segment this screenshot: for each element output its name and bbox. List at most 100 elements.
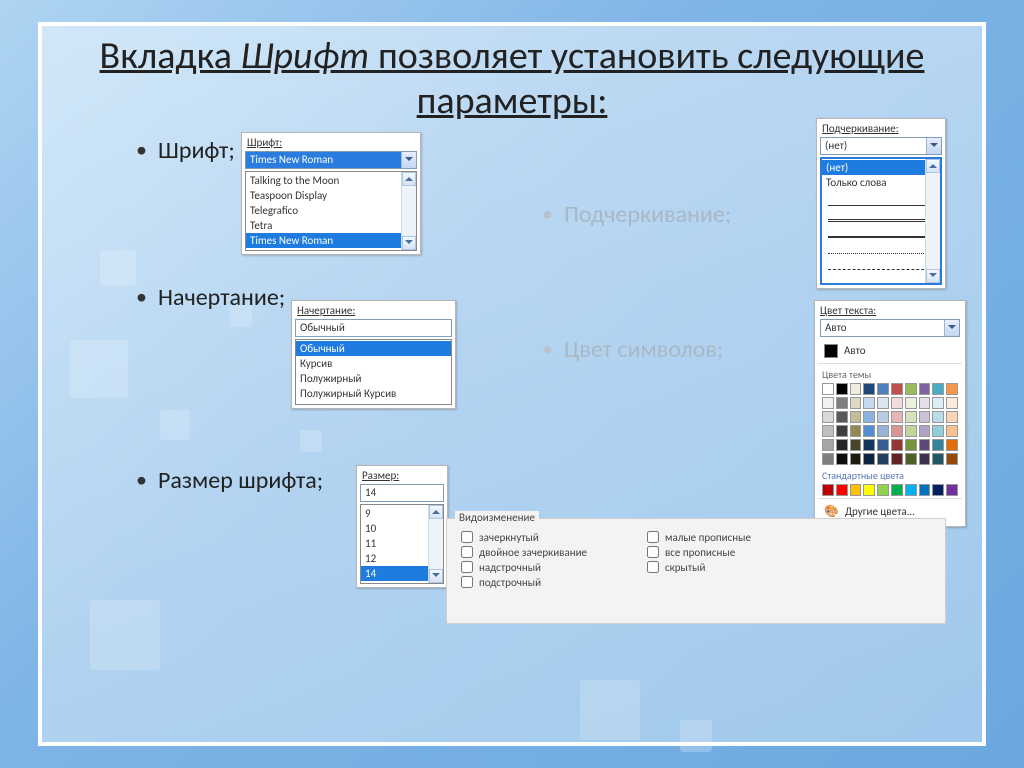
checkbox-double-strike[interactable]: двойное зачеркивание (461, 546, 587, 559)
chevron-down-icon[interactable] (401, 152, 416, 168)
checkbox-input[interactable] (461, 531, 473, 543)
font-option[interactable]: Tetra (246, 218, 416, 233)
color-swatch[interactable] (822, 453, 834, 465)
checkbox-input[interactable] (647, 531, 659, 543)
color-swatch[interactable] (891, 411, 903, 423)
checkbox-subscript[interactable]: подстрочный (461, 576, 587, 589)
color-swatch[interactable] (863, 484, 875, 496)
scroll-down-icon[interactable] (402, 236, 416, 250)
checkbox-input[interactable] (461, 546, 473, 558)
scroll-down-icon[interactable] (429, 569, 443, 583)
color-swatch[interactable] (850, 484, 862, 496)
color-swatch[interactable] (863, 453, 875, 465)
size-combo[interactable]: 14 (360, 484, 444, 502)
color-swatch[interactable] (836, 484, 848, 496)
color-swatch[interactable] (891, 484, 903, 496)
underline-option-words[interactable]: Только слова (822, 175, 940, 190)
color-swatch[interactable] (905, 411, 917, 423)
color-swatch[interactable] (850, 411, 862, 423)
color-swatch[interactable] (946, 484, 958, 496)
color-swatch[interactable] (836, 397, 848, 409)
color-swatch[interactable] (932, 425, 944, 437)
font-option[interactable]: Telegrafico (246, 203, 416, 218)
color-swatch[interactable] (877, 484, 889, 496)
color-swatch[interactable] (919, 453, 931, 465)
checkbox-input[interactable] (647, 546, 659, 558)
color-swatch[interactable] (822, 383, 834, 395)
color-swatch[interactable] (877, 411, 889, 423)
color-swatch[interactable] (891, 439, 903, 451)
color-swatch[interactable] (932, 484, 944, 496)
style-option[interactable]: Полужирный (296, 371, 451, 386)
color-swatch[interactable] (836, 439, 848, 451)
color-swatch[interactable] (863, 383, 875, 395)
color-swatch[interactable] (877, 439, 889, 451)
color-swatch[interactable] (946, 439, 958, 451)
color-swatch[interactable] (932, 411, 944, 423)
color-swatch[interactable] (822, 484, 834, 496)
color-swatch[interactable] (946, 411, 958, 423)
color-swatch[interactable] (877, 397, 889, 409)
color-swatch[interactable] (863, 425, 875, 437)
underline-listbox[interactable]: (нет) Только слова (820, 157, 942, 285)
color-swatch[interactable] (850, 453, 862, 465)
color-swatch[interactable] (919, 439, 931, 451)
color-swatch[interactable] (919, 484, 931, 496)
chevron-down-icon[interactable] (944, 320, 959, 336)
checkbox-input[interactable] (647, 561, 659, 573)
color-swatch[interactable] (946, 425, 958, 437)
color-swatch[interactable] (822, 439, 834, 451)
checkbox-smallcaps[interactable]: малые прописные (647, 531, 751, 544)
color-swatch[interactable] (946, 397, 958, 409)
scroll-up-icon[interactable] (926, 159, 940, 173)
color-swatch[interactable] (863, 411, 875, 423)
color-swatch[interactable] (836, 383, 848, 395)
style-option[interactable]: Полужирный Курсив (296, 386, 451, 401)
color-combo[interactable]: Авто (820, 319, 960, 337)
checkbox-superscript[interactable]: надстрочный (461, 561, 587, 574)
underline-style-dotted[interactable] (828, 240, 934, 254)
color-swatch[interactable] (891, 425, 903, 437)
checkbox-input[interactable] (461, 576, 473, 588)
color-swatch[interactable] (905, 397, 917, 409)
color-swatch[interactable] (946, 453, 958, 465)
color-swatch[interactable] (877, 383, 889, 395)
color-swatch[interactable] (932, 453, 944, 465)
color-swatch[interactable] (850, 425, 862, 437)
underline-style-thick[interactable] (828, 224, 934, 238)
checkbox-strikethrough[interactable]: зачеркнутый (461, 531, 587, 544)
font-listbox[interactable]: Talking to the Moon Teaspoon Display Tel… (245, 171, 417, 251)
scrollbar[interactable] (401, 172, 416, 250)
color-swatch[interactable] (822, 411, 834, 423)
color-swatch[interactable] (850, 439, 862, 451)
color-swatch[interactable] (836, 453, 848, 465)
color-swatch[interactable] (836, 425, 848, 437)
color-swatch[interactable] (919, 397, 931, 409)
font-combo[interactable]: Times New Roman (245, 151, 417, 169)
font-option[interactable]: Teaspoon Display (246, 188, 416, 203)
color-swatch[interactable] (905, 425, 917, 437)
scroll-up-icon[interactable] (402, 172, 416, 186)
color-swatch[interactable] (932, 439, 944, 451)
color-swatch[interactable] (946, 383, 958, 395)
color-swatch[interactable] (891, 453, 903, 465)
color-swatch[interactable] (822, 397, 834, 409)
chevron-down-icon[interactable] (926, 138, 941, 154)
underline-option-none[interactable]: (нет) (822, 160, 940, 175)
font-option-selected[interactable]: Times New Roman (246, 233, 416, 248)
color-swatch[interactable] (905, 453, 917, 465)
color-auto-row[interactable]: Авто (818, 341, 962, 361)
color-swatch[interactable] (877, 425, 889, 437)
scrollbar[interactable] (428, 505, 443, 583)
color-swatch[interactable] (932, 383, 944, 395)
color-swatch[interactable] (863, 439, 875, 451)
color-swatch[interactable] (919, 411, 931, 423)
color-swatch[interactable] (891, 383, 903, 395)
color-swatch[interactable] (919, 425, 931, 437)
checkbox-allcaps[interactable]: все прописные (647, 546, 751, 559)
font-option[interactable]: Talking to the Moon (246, 173, 416, 188)
style-listbox[interactable]: Обычный Курсив Полужирный Полужирный Кур… (295, 339, 452, 405)
size-listbox[interactable]: 9 10 11 12 14 (360, 504, 444, 584)
underline-combo[interactable]: (нет) (820, 137, 942, 155)
scroll-up-icon[interactable] (429, 505, 443, 519)
